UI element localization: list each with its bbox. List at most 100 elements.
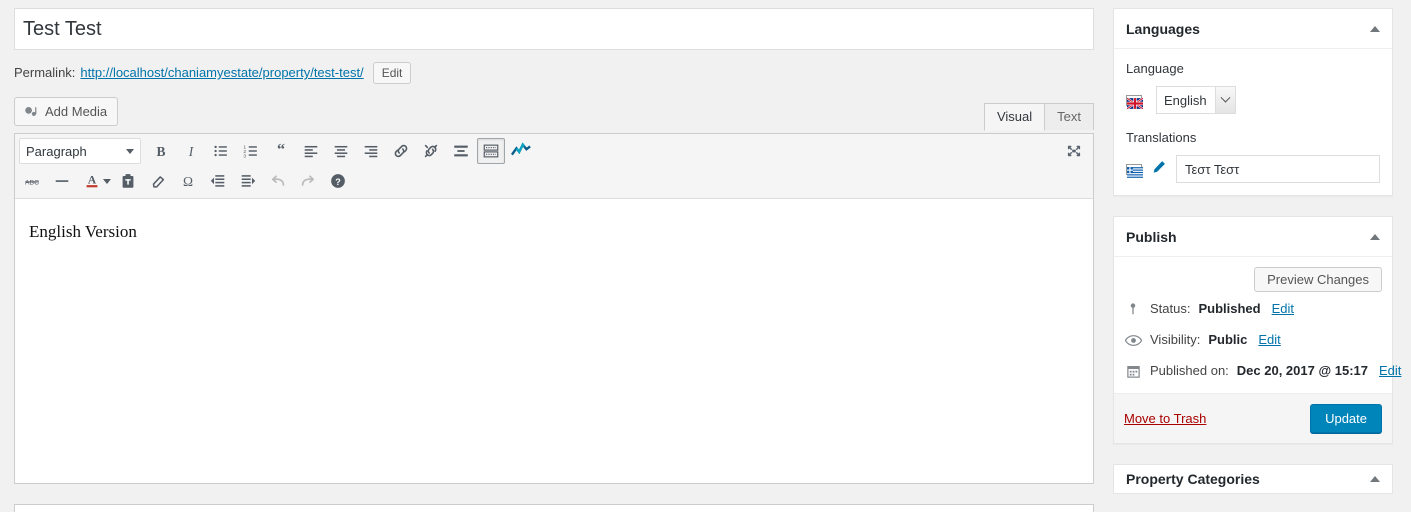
align-center-icon[interactable] <box>327 138 355 164</box>
editor-content-area[interactable]: English Version <box>15 199 1093 483</box>
collapse-triangle-icon[interactable] <box>1370 25 1380 32</box>
languages-metabox: Languages Language English Translations … <box>1113 8 1393 196</box>
uk-flag-icon <box>1126 94 1144 110</box>
indent-icon[interactable] <box>234 168 262 194</box>
italic-icon[interactable]: I <box>177 138 205 164</box>
edit-published-on-link[interactable]: Edit <box>1379 362 1401 380</box>
tab-text[interactable]: Text <box>1044 103 1094 130</box>
pin-icon <box>1124 301 1142 317</box>
read-more-icon[interactable] <box>447 138 475 164</box>
strikethrough-icon[interactable]: ABC <box>18 168 46 194</box>
visibility-label: Visibility: <box>1150 332 1201 347</box>
translations-label: Translations <box>1126 130 1197 145</box>
edit-visibility-link[interactable]: Edit <box>1258 331 1280 349</box>
post-body-content: Permalink: http://localhost/chaniamyesta… <box>14 8 1094 484</box>
collapse-triangle-icon[interactable] <box>1370 476 1380 482</box>
update-button[interactable]: Update <box>1310 404 1382 433</box>
edit-permalink-button[interactable]: Edit <box>372 62 412 84</box>
visibility-value: Public <box>1208 332 1248 347</box>
editor-container: Paragraph B I 1 2 3 “ ABC A Ω ? English … <box>14 133 1094 484</box>
svg-text:?: ? <box>335 177 341 187</box>
status-row: Status: Published Edit <box>1114 300 1392 318</box>
permalink-link[interactable]: http://localhost/chaniamyestate/property… <box>80 61 363 85</box>
clear-formatting-icon[interactable] <box>144 168 172 194</box>
calendar-icon <box>1124 364 1142 379</box>
preview-changes-button[interactable]: Preview Changes <box>1254 267 1382 292</box>
wordpress-post-editor: Permalink: http://localhost/chaniamyesta… <box>0 0 1411 512</box>
below-editor-panel <box>14 504 1094 512</box>
link-icon[interactable] <box>387 138 415 164</box>
language-select-value: English <box>1164 92 1207 108</box>
numbered-list-icon[interactable]: 1 2 3 <box>237 138 265 164</box>
languages-metabox-header[interactable]: Languages <box>1114 9 1392 49</box>
permalink-row: Permalink: http://localhost/chaniamyesta… <box>14 60 1094 86</box>
chevron-down-icon <box>126 148 134 154</box>
redo-icon[interactable] <box>294 168 322 194</box>
horizontal-rule-icon[interactable] <box>48 168 76 194</box>
blockquote-icon[interactable]: “ <box>267 138 295 164</box>
bulleted-list-icon[interactable] <box>207 138 235 164</box>
languages-metabox-body: Language English Translations Τεστ Τεστ <box>1114 49 1392 195</box>
add-media-label: Add Media <box>45 104 108 119</box>
language-label: Language <box>1126 61 1184 76</box>
languages-metabox-title: Languages <box>1126 20 1200 37</box>
published-on-value: Dec 20, 2017 @ 15:17 <box>1236 363 1368 378</box>
post-sidebar: Languages Language English Translations … <box>1113 8 1401 494</box>
svg-text:Ω: Ω <box>183 174 193 189</box>
chevron-down-icon[interactable] <box>1215 87 1235 113</box>
help-icon[interactable]: ? <box>324 168 352 194</box>
fullscreen-icon[interactable] <box>1060 138 1088 164</box>
svg-text:ABC: ABC <box>25 180 39 187</box>
toolbar-row-2: ABC A Ω ? <box>15 166 1093 198</box>
media-icon <box>23 104 39 120</box>
format-select-value: Paragraph <box>26 143 87 159</box>
chevron-down-icon[interactable] <box>103 178 111 184</box>
svg-text:3: 3 <box>243 153 246 159</box>
published-on-row: Published on: Dec 20, 2017 @ 15:17 Edit <box>1114 362 1401 380</box>
greece-flag-icon <box>1126 163 1143 178</box>
editor-toolbar: Paragraph B I 1 2 3 “ ABC A Ω ? <box>15 134 1093 199</box>
post-title-input[interactable] <box>14 8 1094 50</box>
paste-as-text-icon[interactable] <box>114 168 142 194</box>
text-color-icon[interactable]: A <box>78 168 106 194</box>
publish-metabox: Publish Preview Changes Status: Publishe… <box>1113 216 1401 444</box>
publish-metabox-header[interactable]: Publish <box>1114 217 1392 257</box>
svg-text:B: B <box>156 144 165 159</box>
publish-footer: Move to Trash Update <box>1114 393 1392 443</box>
translation-title-input[interactable] <box>1176 155 1380 183</box>
status-label: Status: <box>1150 301 1191 316</box>
edit-status-link[interactable]: Edit <box>1272 300 1294 318</box>
editor-mode-tabs: Visual Text <box>983 103 1094 131</box>
unlink-icon[interactable] <box>417 138 445 164</box>
move-to-trash-link[interactable]: Move to Trash <box>1124 411 1206 426</box>
language-select[interactable]: English <box>1156 86 1236 114</box>
edit-pencil-icon[interactable] <box>1151 159 1167 180</box>
publish-actions-row: Preview Changes <box>1114 257 1392 300</box>
published-on-label: Published on: <box>1150 363 1229 378</box>
property-categories-title: Property Categories <box>1126 471 1260 487</box>
property-categories-metabox[interactable]: Property Categories <box>1113 464 1393 494</box>
align-left-icon[interactable] <box>297 138 325 164</box>
editor-paragraph[interactable]: English Version <box>29 219 1079 245</box>
svg-text:“: “ <box>277 142 285 159</box>
eye-icon <box>1124 334 1142 347</box>
outdent-icon[interactable] <box>204 168 232 194</box>
special-character-icon[interactable]: Ω <box>174 168 202 194</box>
publish-metabox-title: Publish <box>1126 228 1177 245</box>
bold-icon[interactable]: B <box>147 138 175 164</box>
language-row: English <box>1126 86 1380 114</box>
undo-icon[interactable] <box>264 168 292 194</box>
align-right-icon[interactable] <box>357 138 385 164</box>
toolbar-toggle-icon[interactable] <box>477 138 505 164</box>
media-buttons-row: Add Media Visual Text <box>14 97 1094 131</box>
add-media-button[interactable]: Add Media <box>14 97 119 126</box>
visibility-row: Visibility: Public Edit <box>1114 331 1392 349</box>
stats-chart-icon[interactable] <box>507 138 535 164</box>
collapse-triangle-icon[interactable] <box>1370 233 1380 240</box>
format-select[interactable]: Paragraph <box>19 138 141 164</box>
toolbar-row-1: Paragraph B I 1 2 3 “ <box>15 134 1093 166</box>
translation-row <box>1126 155 1380 183</box>
tab-visual[interactable]: Visual <box>983 103 1046 131</box>
permalink-label: Permalink: <box>14 65 76 80</box>
svg-text:I: I <box>188 144 195 159</box>
